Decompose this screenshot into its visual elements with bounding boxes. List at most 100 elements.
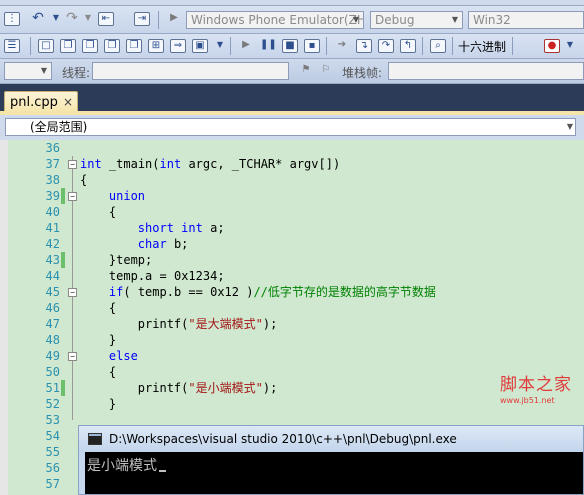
code-line[interactable]: 45− if( temp.b == 0x12 )//低字节存的是数据的高字节数据 (0, 284, 584, 300)
collapse-icon[interactable]: − (68, 192, 77, 201)
platform-arch-combo-value: Win32 (473, 13, 511, 27)
redo-icon[interactable]: ↷ (64, 11, 80, 26)
console-output: 是小端模式 (87, 455, 166, 475)
step-over-icon[interactable]: ↷ (378, 39, 394, 53)
continue-icon[interactable]: ▶ (238, 39, 254, 53)
code-line[interactable]: 50 { (0, 364, 584, 380)
line-number: 48 (45, 333, 60, 347)
start-debugging-icon[interactable]: ▶ (166, 12, 182, 26)
line-number: 37 (45, 157, 60, 171)
watermark-name: 脚本之家 (500, 375, 572, 395)
show-next-statement-icon[interactable]: ➔ (334, 39, 350, 53)
line-number: 47 (45, 317, 60, 331)
code-line[interactable]: 43 }temp; (0, 252, 584, 268)
document-tab-strip: pnl.cpp × (0, 84, 584, 114)
code-line[interactable]: 39− union (0, 188, 584, 204)
code-line[interactable]: 40 { (0, 204, 584, 220)
console-app-icon (88, 433, 102, 445)
comment-icon[interactable]: ❐ (126, 39, 142, 53)
toggle-flag-icon[interactable]: ⚑ (298, 64, 314, 78)
toolbar-handle-icon: ⋮ (4, 12, 20, 26)
line-number: 44 (45, 269, 60, 283)
code-line[interactable]: 49− else (0, 348, 584, 364)
configuration-combo-value: Debug (375, 13, 415, 27)
process-combo[interactable]: ▼ (4, 62, 52, 80)
bookmark-icon[interactable]: ⊞ (148, 39, 164, 53)
console-window[interactable]: D:\Workspaces\visual studio 2010\c++\pnl… (78, 425, 584, 495)
bookmark-next-icon[interactable]: ⇒ (170, 39, 186, 53)
code-line[interactable]: 51 printf("是小端模式"); (0, 380, 584, 396)
platform-arch-combo[interactable]: Win32 (468, 11, 584, 29)
platform-combo[interactable]: Windows Phone Emulator(ZH- ▼ (186, 11, 364, 29)
platform-combo-value: Windows Phone Emulator(ZH- (191, 13, 364, 27)
code-line[interactable]: 46 { (0, 300, 584, 316)
console-title-bar[interactable]: D:\Workspaces\visual studio 2010\c++\pnl… (79, 426, 583, 452)
line-number: 54 (45, 429, 60, 443)
quick-watch-icon[interactable]: ⌕ (430, 39, 446, 53)
navigation-bar: (全局范围) ▼ (0, 115, 584, 140)
change-marker (61, 252, 65, 268)
close-icon[interactable]: × (63, 95, 73, 109)
change-marker (61, 380, 65, 396)
comment-icon[interactable]: ❐ (82, 39, 98, 53)
stop-icon[interactable]: ■ (282, 39, 298, 53)
line-number: 38 (45, 173, 60, 187)
navigate-forward-icon[interactable]: ⇥ (134, 12, 150, 26)
console-output-text: 是小端模式 (87, 458, 157, 474)
code-line[interactable]: 52 } (0, 396, 584, 412)
code-text: { (80, 365, 117, 379)
collapse-icon[interactable]: − (68, 288, 77, 297)
code-text: int _tmain(int argc, _TCHAR* argv[]) (80, 157, 341, 171)
code-text: { (80, 205, 117, 219)
comment-icon[interactable]: ❐ (104, 39, 120, 53)
window-icon[interactable]: □ (38, 39, 54, 53)
undo-icon[interactable]: ↶ (30, 11, 46, 26)
chevron-down-icon: ▼ (566, 122, 573, 131)
debug-location-toolbar: ▼ 线程: ⚑ ⚐ 堆栈帧: (0, 59, 584, 84)
step-into-icon[interactable]: ↴ (356, 39, 372, 53)
line-number: 39 (45, 189, 60, 203)
watermark-logo: 脚本之家 www.jb51.net (500, 370, 572, 405)
scope-combo[interactable]: (全局范围) ▼ (5, 118, 576, 136)
chevron-down-icon[interactable]: ▼ (212, 39, 228, 53)
code-line[interactable]: 47 printf("是大端模式"); (0, 316, 584, 332)
configuration-combo[interactable]: Debug ▼ (370, 11, 463, 29)
code-line[interactable]: 37− int _tmain(int argc, _TCHAR* argv[]) (0, 156, 584, 172)
line-number: 46 (45, 301, 60, 315)
code-line[interactable]: 38 { (0, 172, 584, 188)
toolbar-separator (326, 37, 327, 55)
line-number: 41 (45, 221, 60, 235)
console-title: D:\Workspaces\visual studio 2010\c++\pnl… (109, 432, 457, 446)
bookmark-clear-icon[interactable]: ▣ (192, 39, 208, 53)
comment-icon[interactable]: ❐ (60, 39, 76, 53)
debug-toolbar: ☰ □ ❐ ❐ ❐ ❐ ⊞ ⇒ ▣ ▼ ▶ ❚❚ ■ ▪ ➔ ↴ ↷ ↰ ⌕ 十… (0, 34, 584, 59)
watermark-url: www.jb51.net (500, 396, 555, 405)
chevron-down-icon[interactable]: ▼ (562, 39, 578, 53)
navigate-backward-icon[interactable]: ⇤ (98, 12, 114, 26)
toolbar-separator (452, 37, 453, 55)
step-out-icon[interactable]: ↰ (400, 39, 416, 53)
restart-icon[interactable]: ▪ (304, 39, 320, 53)
flag-threads-icon[interactable]: ⚐ (318, 64, 334, 78)
stack-frame-combo[interactable] (388, 62, 584, 80)
thread-label: 线程: (62, 66, 91, 80)
redo-dropdown-icon[interactable]: ▼ (80, 12, 96, 26)
collapse-icon[interactable]: − (68, 352, 77, 361)
debug-list-icon[interactable]: ☰ (4, 39, 20, 53)
undo-dropdown-icon[interactable]: ▼ (48, 12, 64, 26)
code-text: { (80, 301, 117, 315)
code-line[interactable]: 44 temp.a = 0x1234; (0, 268, 584, 284)
code-line[interactable]: 41 short int a; (0, 220, 584, 236)
breakpoints-window-icon[interactable]: ● (544, 39, 560, 53)
chevron-down-icon: ▼ (40, 66, 48, 75)
pause-icon[interactable]: ❚❚ (260, 39, 277, 53)
line-number: 42 (45, 237, 60, 251)
hex-display-toggle[interactable]: 十六进制 (458, 38, 506, 55)
console-output-area[interactable]: 是小端模式 (85, 452, 583, 494)
line-number: 57 (45, 477, 60, 491)
collapse-icon[interactable]: − (68, 160, 77, 169)
code-line[interactable]: 42 char b; (0, 236, 584, 252)
code-line[interactable]: 48 } (0, 332, 584, 348)
code-line[interactable]: 36 (0, 140, 584, 156)
thread-combo[interactable] (92, 62, 289, 80)
